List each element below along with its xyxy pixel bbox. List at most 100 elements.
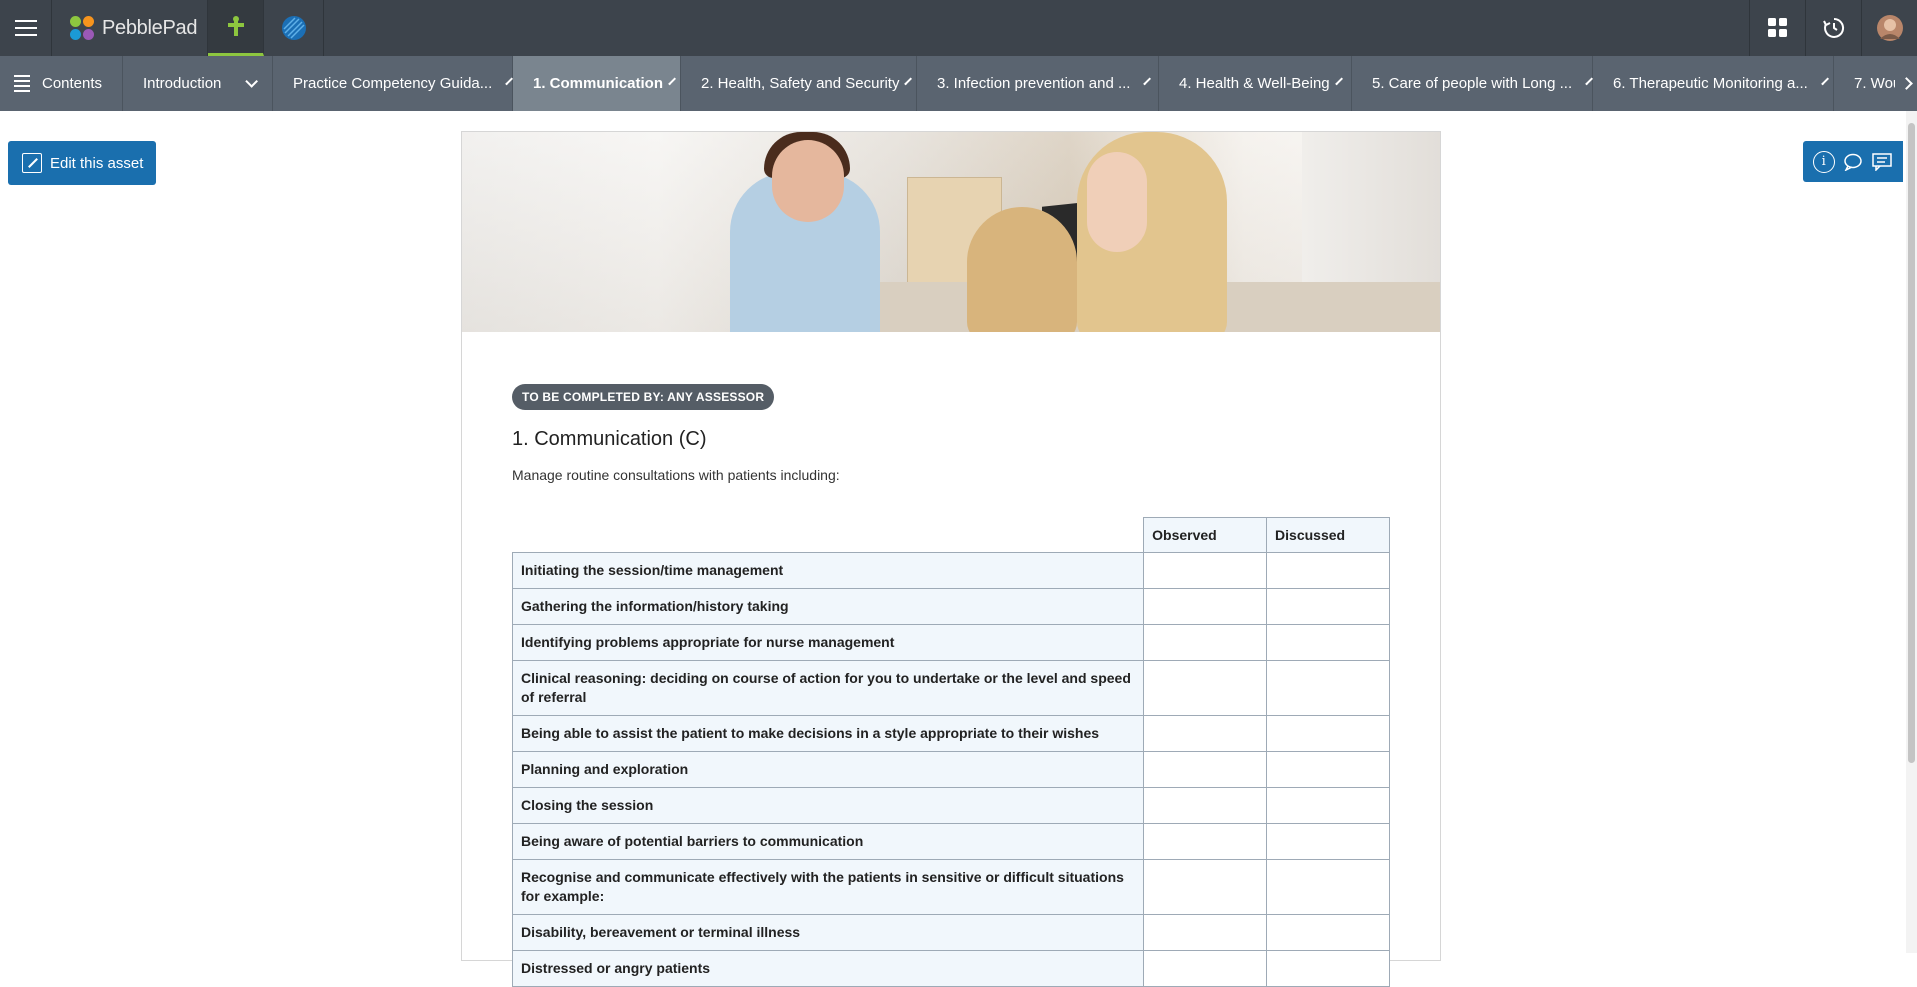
tab-label: 2. Health, Safety and Security bbox=[701, 75, 900, 92]
hamburger-icon[interactable] bbox=[0, 0, 52, 56]
observed-cell[interactable] bbox=[1143, 751, 1268, 788]
globe-icon[interactable] bbox=[264, 0, 324, 56]
pebblepad-logo-icon bbox=[70, 16, 94, 40]
info-icon[interactable]: i bbox=[1812, 150, 1835, 173]
asset-page: TO BE COMPLETED BY: ANY ASSESSOR 1. Comm… bbox=[461, 131, 1441, 987]
row-label: Distressed or angry patients bbox=[511, 950, 1145, 987]
tab-therapeutic-monitoring[interactable]: 6. Therapeutic Monitoring a... bbox=[1593, 56, 1834, 111]
tab-label: 4. Health & Well-Being bbox=[1179, 75, 1330, 92]
row-label: Planning and exploration bbox=[511, 751, 1145, 788]
tab-label: 1. Communication bbox=[533, 75, 664, 92]
chevron-down-icon[interactable] bbox=[245, 75, 258, 88]
tab-contents[interactable]: Contents bbox=[0, 56, 123, 111]
tab-label: 3. Infection prevention and ... bbox=[937, 75, 1131, 92]
page-title: 1. Communication (C) bbox=[512, 428, 707, 450]
plus-icon[interactable] bbox=[208, 0, 264, 56]
comment-icon[interactable] bbox=[1842, 151, 1864, 173]
discussed-cell[interactable] bbox=[1266, 859, 1390, 915]
pebblepad-logo[interactable]: PebblePad bbox=[52, 0, 208, 56]
header-image bbox=[462, 132, 1440, 332]
edit-asset-button[interactable]: Edit this asset bbox=[8, 141, 156, 185]
table-row: Closing the session bbox=[511, 787, 1390, 824]
row-label: Gathering the information/history taking bbox=[511, 588, 1145, 625]
column-header-discussed: Discussed bbox=[1266, 517, 1390, 553]
table-row: Initiating the session/time management bbox=[511, 552, 1390, 589]
chevron-right-icon[interactable] bbox=[1895, 56, 1917, 111]
tab-label: 5. Care of people with Long ... bbox=[1372, 75, 1573, 92]
tab-label: 6. Therapeutic Monitoring a... bbox=[1613, 75, 1808, 92]
scrollbar-thumb[interactable] bbox=[1908, 123, 1915, 763]
tab-long-term-conditions[interactable]: 5. Care of people with Long ... bbox=[1352, 56, 1594, 111]
page-scrollbar[interactable] bbox=[1906, 111, 1917, 953]
row-label: Being able to assist the patient to make… bbox=[511, 715, 1145, 752]
discussed-cell[interactable] bbox=[1266, 787, 1390, 824]
chevron-down-icon[interactable] bbox=[1821, 77, 1829, 86]
tab-label: Introduction bbox=[143, 75, 222, 92]
discussed-cell[interactable] bbox=[1266, 624, 1390, 661]
discussed-cell[interactable] bbox=[1266, 914, 1390, 951]
apps-grid-icon[interactable] bbox=[1749, 0, 1805, 56]
side-tools: i bbox=[1803, 141, 1903, 182]
top-bar: PebblePad bbox=[0, 0, 1917, 56]
tab-introduction[interactable]: Introduction bbox=[123, 56, 273, 111]
observed-cell[interactable] bbox=[1143, 624, 1268, 661]
edit-asset-label: Edit this asset bbox=[50, 154, 144, 172]
tab-label: Practice Competency Guida... bbox=[293, 75, 493, 92]
table-row: Identifying problems appropriate for nur… bbox=[511, 624, 1390, 661]
observed-cell[interactable] bbox=[1143, 787, 1268, 824]
table-row: Distressed or angry patients bbox=[511, 950, 1390, 987]
discussed-cell[interactable] bbox=[1266, 751, 1390, 788]
discussed-cell[interactable] bbox=[1266, 660, 1390, 716]
row-label: Closing the session bbox=[511, 787, 1145, 824]
chevron-down-icon[interactable] bbox=[1334, 77, 1343, 86]
feedback-icon[interactable] bbox=[1871, 151, 1893, 173]
observed-cell[interactable] bbox=[1143, 552, 1268, 589]
observed-cell[interactable] bbox=[1143, 914, 1268, 951]
tab-infection-prevention[interactable]: 3. Infection prevention and ... bbox=[917, 56, 1159, 111]
tab-communication[interactable]: 1. Communication bbox=[513, 56, 681, 111]
row-label: Disability, bereavement or terminal illn… bbox=[511, 914, 1145, 951]
table-corner bbox=[512, 517, 1144, 553]
observed-cell[interactable] bbox=[1143, 823, 1268, 860]
tab-health-safety[interactable]: 2. Health, Safety and Security bbox=[681, 56, 917, 111]
table-row: Gathering the information/history taking bbox=[511, 588, 1390, 625]
table-row: Clinical reasoning: deciding on course o… bbox=[511, 660, 1390, 716]
chevron-down-icon[interactable] bbox=[904, 77, 913, 86]
chevron-down-icon[interactable] bbox=[1585, 77, 1594, 86]
table-row: Disability, bereavement or terminal illn… bbox=[511, 914, 1390, 951]
tab-practice-competency[interactable]: Practice Competency Guida... bbox=[273, 56, 514, 111]
observed-cell[interactable] bbox=[1143, 950, 1268, 987]
table-row: Planning and exploration bbox=[511, 751, 1390, 788]
row-label: Clinical reasoning: deciding on course o… bbox=[511, 660, 1145, 716]
discussed-cell[interactable] bbox=[1266, 950, 1390, 987]
discussed-cell[interactable] bbox=[1266, 823, 1390, 860]
observed-cell[interactable] bbox=[1143, 588, 1268, 625]
avatar[interactable] bbox=[1861, 0, 1917, 56]
observed-cell[interactable] bbox=[1143, 859, 1268, 915]
row-label: Identifying problems appropriate for nur… bbox=[511, 624, 1145, 661]
discussed-cell[interactable] bbox=[1266, 552, 1390, 589]
observed-cell[interactable] bbox=[1143, 660, 1268, 716]
row-label: Being aware of potential barriers to com… bbox=[511, 823, 1145, 860]
observed-cell[interactable] bbox=[1143, 715, 1268, 752]
section-tabs: Contents Introduction Practice Competenc… bbox=[0, 56, 1917, 111]
tab-health-wellbeing[interactable]: 4. Health & Well-Being bbox=[1159, 56, 1352, 111]
contents-list-icon bbox=[14, 75, 30, 92]
competency-table: Observed Discussed Initiating the sessio… bbox=[511, 517, 1390, 987]
brand-name: PebblePad bbox=[102, 16, 198, 39]
discussed-cell[interactable] bbox=[1266, 588, 1390, 625]
column-header-observed: Observed bbox=[1143, 517, 1268, 553]
tab-label: Contents bbox=[42, 75, 103, 92]
page-subtitle: Manage routine consultations with patien… bbox=[512, 467, 840, 483]
table-row: Recognise and communicate effectively wi… bbox=[511, 859, 1390, 915]
table-row: Being aware of potential barriers to com… bbox=[511, 823, 1390, 860]
table-row: Being able to assist the patient to make… bbox=[511, 715, 1390, 752]
chevron-down-icon[interactable] bbox=[668, 77, 677, 86]
row-label: Recognise and communicate effectively wi… bbox=[511, 859, 1145, 915]
discussed-cell[interactable] bbox=[1266, 715, 1390, 752]
chevron-down-icon[interactable] bbox=[1143, 77, 1152, 86]
history-icon[interactable] bbox=[1805, 0, 1861, 56]
row-label: Initiating the session/time management bbox=[511, 552, 1145, 589]
assessor-badge: TO BE COMPLETED BY: ANY ASSESSOR bbox=[512, 384, 775, 410]
